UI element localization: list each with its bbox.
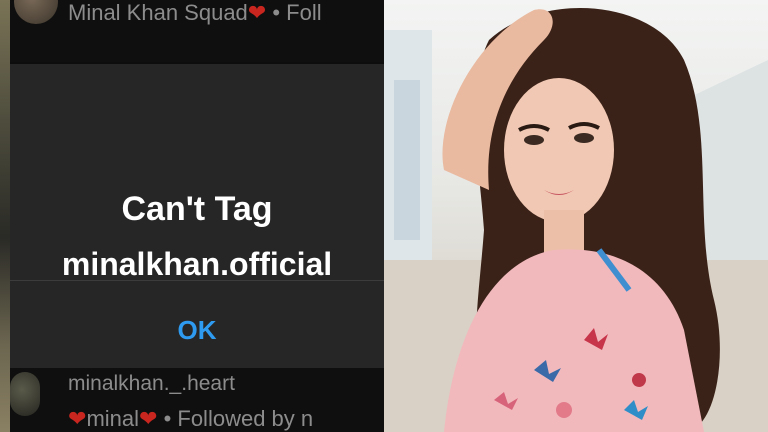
heart-icon: ❤ (247, 0, 267, 25)
edge-strip (0, 0, 10, 432)
left-eye (524, 135, 544, 145)
building-window (394, 80, 420, 240)
sub-name: minal (86, 406, 140, 431)
list-item[interactable]: Minal Khan Squad❤ • Foll (10, 0, 384, 62)
right-eye (574, 133, 594, 143)
list-item-handle: minalkhan._.heart (68, 372, 235, 395)
phone-screenshot: Minal Khan Squad❤ • Foll Can't Tag minal… (0, 0, 384, 432)
ok-button[interactable]: OK (160, 308, 234, 352)
followed-by-text: • Foll (266, 0, 322, 25)
list-item[interactable]: minalkhan._.heart ❤minal❤ • Followed by … (10, 368, 384, 432)
dialog-title: Can't Tag (121, 190, 273, 228)
avatar (10, 372, 40, 416)
followed-by-text: • Followed by n (157, 406, 314, 431)
account-name: Minal Khan Squad (68, 0, 248, 25)
heart-icon: ❤ (139, 406, 158, 431)
heart-icon: ❤ (68, 406, 87, 431)
dialog-divider (10, 280, 384, 281)
alert-dialog: Can't Tag minalkhan.official OK (10, 64, 384, 368)
portrait-illustration (384, 7, 768, 432)
face (504, 78, 614, 222)
dialog-username: minalkhan.official (61, 246, 333, 282)
list-item-subtitle: ❤minal❤ • Followed by n (68, 406, 313, 432)
list-item-name: Minal Khan Squad❤ • Foll (68, 0, 322, 26)
avatar (14, 0, 58, 24)
portrait-photo (384, 0, 768, 432)
